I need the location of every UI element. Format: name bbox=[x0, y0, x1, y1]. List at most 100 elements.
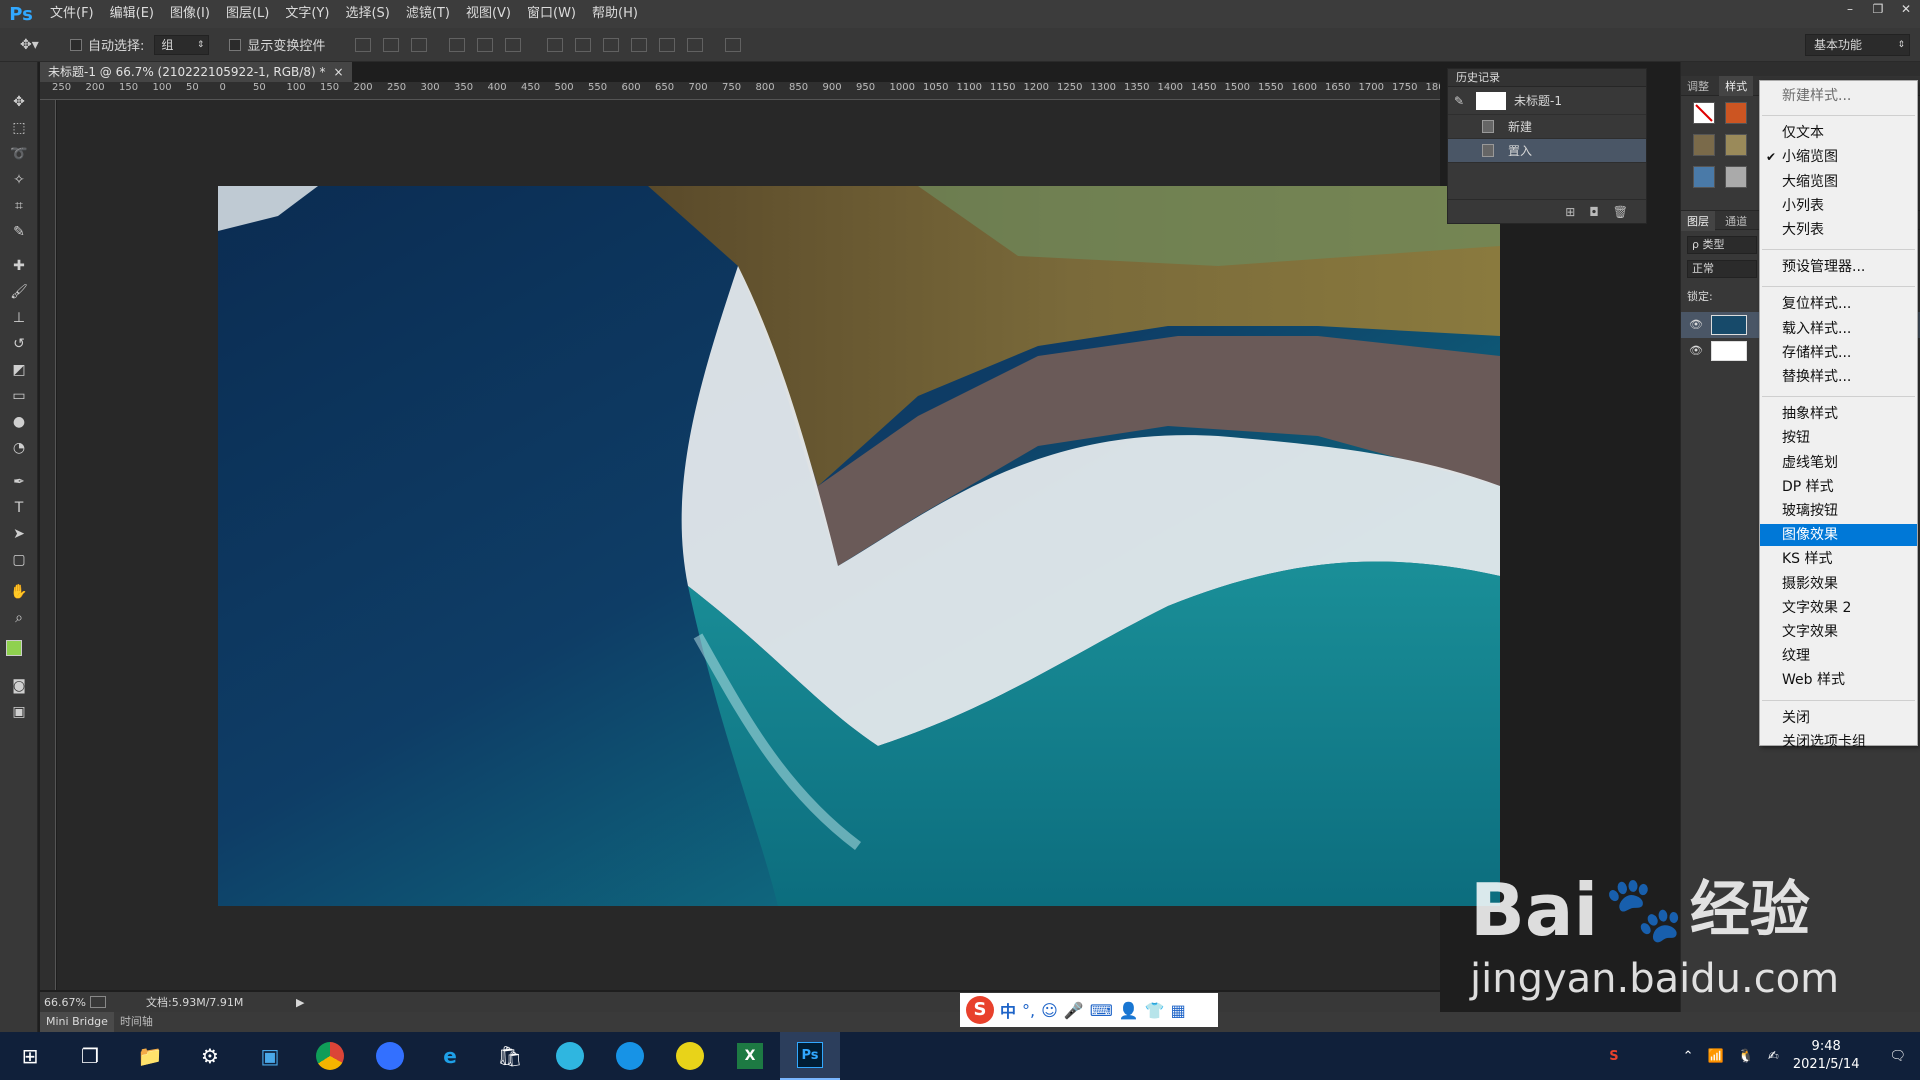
zoom-icon[interactable]: ⌕ bbox=[8, 608, 30, 628]
ime-mode-label[interactable]: 中 bbox=[1000, 998, 1016, 1022]
microphone-icon[interactable]: 🎤 bbox=[1064, 1001, 1084, 1020]
align-bottom-icon[interactable] bbox=[411, 37, 428, 52]
align-vcenter-icon[interactable] bbox=[383, 37, 400, 52]
tab-timeline[interactable]: 时间轴 bbox=[114, 1012, 159, 1032]
auto-select-checkbox[interactable] bbox=[70, 38, 82, 51]
context-menu-item[interactable]: 预设管理器... bbox=[1760, 256, 1917, 278]
close-tab-icon[interactable]: × bbox=[333, 62, 343, 82]
lasso-icon[interactable]: ➰ bbox=[8, 144, 30, 164]
menu-item[interactable]: 滤镜(T) bbox=[398, 0, 458, 28]
context-menu-item[interactable]: 图像效果 bbox=[1760, 524, 1917, 547]
marquee-icon[interactable]: ⬚ bbox=[8, 118, 30, 138]
foreground-color-swatch[interactable] bbox=[6, 640, 22, 656]
network-icon[interactable]: 📶 bbox=[1708, 1049, 1724, 1064]
context-menu-item[interactable]: 文字效果 bbox=[1760, 621, 1917, 643]
hand-icon[interactable]: ✋ bbox=[8, 582, 30, 602]
context-menu-item[interactable]: Web 样式 bbox=[1760, 669, 1917, 691]
stamp-icon[interactable]: ⊥ bbox=[8, 308, 30, 328]
move-tool-icon[interactable]: ✥▾ bbox=[20, 37, 50, 53]
settings-icon[interactable]: ⚙ bbox=[180, 1032, 240, 1080]
sogou-tray-icon[interactable]: S bbox=[1609, 1049, 1618, 1064]
chevron-up-icon[interactable]: ⌃ bbox=[1683, 1049, 1694, 1064]
brush-icon[interactable]: 🖌 bbox=[8, 282, 30, 302]
context-menu-item[interactable]: 大列表 bbox=[1760, 219, 1917, 241]
style-swatch[interactable] bbox=[1725, 102, 1747, 124]
lark-icon[interactable] bbox=[360, 1032, 420, 1080]
context-menu-item[interactable]: 载入样式... bbox=[1760, 318, 1917, 340]
skin-icon[interactable]: 👕 bbox=[1145, 1001, 1165, 1020]
photos-icon[interactable]: ▣ bbox=[240, 1032, 300, 1080]
status-icon[interactable] bbox=[90, 996, 106, 1008]
context-menu-item[interactable]: KS 样式 bbox=[1760, 548, 1917, 570]
tab-mini-bridge[interactable]: Mini Bridge bbox=[40, 1012, 114, 1032]
menu-item[interactable]: 帮助(H) bbox=[584, 0, 646, 28]
close-button[interactable]: ✕ bbox=[1892, 0, 1920, 18]
internet-explorer-icon[interactable]: e bbox=[420, 1032, 480, 1080]
chrome-icon[interactable] bbox=[300, 1032, 360, 1080]
aerial-ocean-photo[interactable] bbox=[218, 186, 1500, 906]
minimize-button[interactable]: – bbox=[1836, 0, 1864, 18]
menu-item[interactable]: 窗口(W) bbox=[519, 0, 584, 28]
punctuation-icon[interactable]: °, bbox=[1022, 1001, 1035, 1020]
store-icon[interactable]: 🛍 bbox=[480, 1032, 540, 1080]
distribute-left-icon[interactable] bbox=[631, 37, 648, 52]
crop-icon[interactable]: ⌗ bbox=[8, 196, 30, 216]
clock[interactable]: 9:48 2021/5/14 bbox=[1793, 1038, 1860, 1074]
context-menu-item[interactable]: 按钮 bbox=[1760, 427, 1917, 449]
workspace-dropdown[interactable]: 基本功能 ⇕ bbox=[1805, 34, 1910, 56]
file-explorer-icon[interactable]: 📁 bbox=[120, 1032, 180, 1080]
distribute-top-icon[interactable] bbox=[547, 37, 564, 52]
align-right-icon[interactable] bbox=[505, 37, 522, 52]
search-browser-icon[interactable] bbox=[600, 1032, 660, 1080]
context-menu-item[interactable]: 纹理 bbox=[1760, 645, 1917, 667]
status-arrow-icon[interactable]: ▶ bbox=[296, 996, 304, 1009]
menu-item[interactable]: 选择(S) bbox=[337, 0, 397, 28]
menu-item[interactable]: 编辑(E) bbox=[102, 0, 162, 28]
menu-item[interactable]: 视图(V) bbox=[458, 0, 519, 28]
tab-styles[interactable]: 样式 bbox=[1719, 76, 1754, 96]
edge-icon[interactable] bbox=[540, 1032, 600, 1080]
style-swatch[interactable] bbox=[1725, 134, 1747, 156]
history-brush-icon[interactable]: ↺ bbox=[8, 334, 30, 354]
context-menu-item[interactable]: 替换样式... bbox=[1760, 366, 1917, 388]
gradient-icon[interactable]: ▭ bbox=[8, 386, 30, 406]
distribute-right-icon[interactable] bbox=[687, 37, 704, 52]
context-menu-item[interactable]: 关闭选项卡组 bbox=[1760, 731, 1917, 753]
shape-icon[interactable]: ▢ bbox=[8, 550, 30, 570]
eyedropper-icon[interactable]: ✎ bbox=[8, 222, 30, 242]
history-item[interactable]: 新建 bbox=[1448, 115, 1646, 139]
style-swatch[interactable] bbox=[1693, 134, 1715, 156]
auto-select-dropdown[interactable]: 组 ⇕ bbox=[154, 34, 210, 55]
distribute-vcenter-icon[interactable] bbox=[575, 37, 592, 52]
windows-start-icon[interactable]: ⊞ bbox=[0, 1032, 60, 1080]
camera-icon[interactable]: ◘ bbox=[1589, 205, 1599, 219]
layer-kind-filter[interactable]: ρ 类型 bbox=[1687, 236, 1757, 254]
context-menu-item[interactable]: 抽象样式 bbox=[1760, 403, 1917, 425]
excel-icon[interactable]: X bbox=[720, 1032, 780, 1080]
healing-brush-icon[interactable]: ✚ bbox=[8, 256, 30, 276]
style-swatch[interactable] bbox=[1725, 166, 1747, 188]
notification-icon[interactable]: 🗨 bbox=[1889, 1049, 1906, 1064]
panel-collapse-bar[interactable] bbox=[1681, 62, 1920, 76]
context-menu-item[interactable]: 虚线笔划 bbox=[1760, 452, 1917, 474]
qq-icon[interactable]: 🐧 bbox=[1738, 1049, 1754, 1064]
restore-button[interactable]: ❐ bbox=[1864, 0, 1892, 18]
menu-item[interactable]: 文件(F) bbox=[42, 0, 102, 28]
context-menu-item[interactable]: 玻璃按钮 bbox=[1760, 500, 1917, 522]
screen-mode-icon[interactable]: ▣ bbox=[8, 702, 30, 722]
auto-align-icon[interactable] bbox=[725, 37, 742, 52]
menu-item[interactable]: 文字(Y) bbox=[277, 0, 337, 28]
move-icon[interactable]: ✥ bbox=[8, 92, 30, 112]
xunlei-icon[interactable] bbox=[660, 1032, 720, 1080]
context-menu-item[interactable]: 大缩览图 bbox=[1760, 171, 1917, 193]
tab-layers[interactable]: 图层 bbox=[1681, 211, 1715, 231]
context-menu-item[interactable]: 小列表 bbox=[1760, 195, 1917, 217]
trash-icon[interactable]: 🗑 bbox=[1613, 205, 1628, 219]
menu-item[interactable]: 图层(L) bbox=[218, 0, 277, 28]
path-select-icon[interactable]: ➤ bbox=[8, 524, 30, 544]
context-menu-item[interactable]: 复位样式... bbox=[1760, 293, 1917, 315]
pen-icon[interactable]: ✍ bbox=[1768, 1049, 1779, 1064]
style-swatch[interactable] bbox=[1693, 166, 1715, 188]
tab-adjustments[interactable]: 调整 bbox=[1681, 76, 1715, 96]
eye-icon[interactable]: 👁 bbox=[1689, 318, 1703, 331]
